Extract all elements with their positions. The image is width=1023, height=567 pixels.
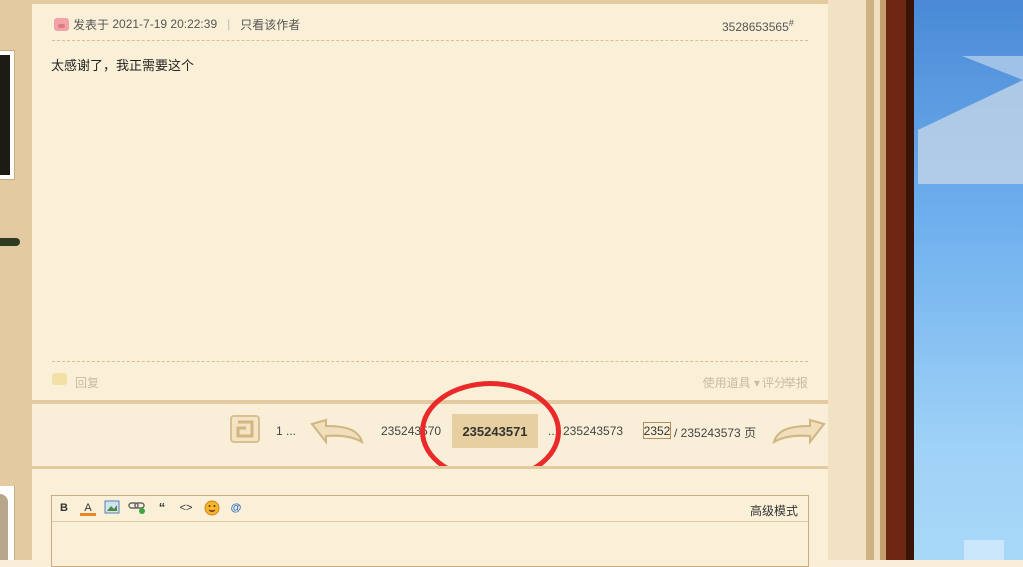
background-scenery	[918, 56, 1023, 560]
emoji-icon[interactable]	[204, 500, 220, 516]
last-page-link[interactable]: 235243573	[563, 424, 623, 438]
post-meta: 发表于 2021-7-19 20:22:39 | 只看该作者	[54, 14, 300, 34]
next-arrow-icon[interactable]	[770, 416, 828, 448]
mention-button[interactable]: @	[228, 500, 244, 516]
report-button[interactable]: 举报	[784, 374, 808, 391]
page-frame	[828, 0, 866, 560]
bold-button[interactable]: B	[56, 500, 72, 516]
divider	[52, 361, 808, 362]
floor-number[interactable]: 3528653565#	[722, 18, 794, 34]
posted-label: 发表于	[73, 17, 110, 32]
separator: |	[227, 17, 231, 31]
pagination: 1 ... 235243570 235243571 ... 235243573 …	[0, 404, 828, 466]
reply-button[interactable]: 回复	[75, 374, 99, 391]
pig-icon	[54, 17, 69, 31]
page-frame	[866, 0, 874, 560]
font-color-button[interactable]: A	[80, 500, 96, 516]
reply-icon[interactable]	[52, 373, 67, 385]
only-author-link[interactable]: 只看该作者	[240, 16, 300, 33]
use-tools-button[interactable]: 使用道具 ▾	[703, 374, 760, 391]
quote-button[interactable]: “	[154, 500, 170, 516]
wooden-frame	[906, 0, 914, 560]
rate-button[interactable]: 评分	[762, 374, 786, 391]
first-page-link[interactable]: 1 ...	[276, 424, 296, 438]
post-content: 太感谢了，我正需要这个	[51, 58, 195, 73]
advanced-mode-link[interactable]: 高级模式	[750, 502, 798, 519]
level-bar	[0, 238, 20, 246]
reply-editor: B A “ <> @ 高级模式	[51, 495, 809, 567]
code-button[interactable]: <>	[178, 500, 194, 516]
total-pages: / 235243573 页	[674, 426, 757, 440]
forum-post: 发表于 2021-7-19 20:22:39 | 只看该作者 352865356…	[32, 0, 828, 400]
link-icon[interactable]	[128, 500, 145, 516]
left-sidebar-strip	[0, 0, 32, 560]
floor-mark: #	[788, 18, 794, 28]
image-icon[interactable]	[104, 500, 120, 516]
page-number-input[interactable]: 2352	[643, 422, 671, 439]
wooden-frame	[886, 0, 906, 560]
editor-toolbar: B A “ <> @ 高级模式	[52, 496, 808, 522]
background-sky	[914, 0, 1023, 560]
divider	[52, 40, 808, 41]
avatar[interactable]	[0, 486, 15, 560]
avatar[interactable]	[0, 50, 15, 180]
post-date: 2021-7-19 20:22:39	[112, 17, 218, 31]
prev-arrow-icon[interactable]	[308, 416, 366, 448]
first-page-icon[interactable]	[228, 413, 262, 445]
post-actions: 回复 使用道具 ▾ 评分 举报	[52, 372, 808, 390]
